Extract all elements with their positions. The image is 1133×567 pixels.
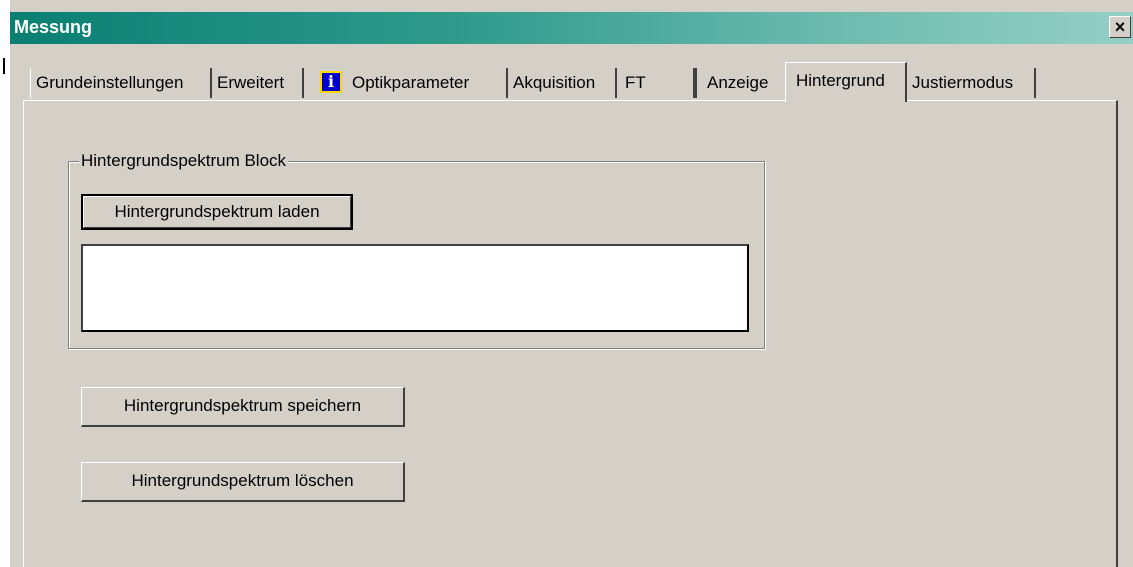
tab-label: Anzeige bbox=[707, 73, 769, 92]
tab-grundeinstellungen[interactable]: Grundeinstellungen bbox=[30, 68, 212, 98]
left-edge bbox=[0, 0, 10, 567]
tab-optikparameter[interactable]: i Optikparameter bbox=[304, 68, 508, 98]
tab-label: Justiermodus bbox=[912, 73, 1014, 92]
tab-erweitert[interactable]: Erweitert bbox=[212, 68, 304, 98]
tab-anzeige[interactable]: Anzeige bbox=[695, 68, 785, 98]
tab-label: Akquisition bbox=[513, 73, 596, 92]
tab-label: Erweitert bbox=[217, 73, 285, 92]
tab-hintergrund[interactable]: Hintergrund bbox=[785, 62, 907, 102]
load-background-label: Hintergrundspektrum laden bbox=[83, 196, 351, 228]
delete-background-button[interactable]: Hintergrundspektrum löschen bbox=[81, 462, 405, 502]
edge-tick bbox=[3, 58, 5, 74]
load-background-button[interactable]: Hintergrundspektrum laden bbox=[81, 194, 353, 230]
info-icon: i bbox=[320, 71, 342, 94]
tab-label: FT bbox=[625, 73, 646, 92]
background-spectrum-group: Hintergrundspektrum Block Hintergrundspe… bbox=[68, 151, 765, 349]
close-icon: × bbox=[1114, 17, 1126, 37]
close-button[interactable]: × bbox=[1109, 16, 1131, 38]
tab-label: Optikparameter bbox=[352, 73, 470, 92]
tab-panel-hintergrund: Hintergrundspektrum Block Hintergrundspe… bbox=[23, 100, 1118, 567]
title-bar[interactable]: Messung × bbox=[10, 12, 1133, 44]
save-background-button[interactable]: Hintergrundspektrum speichern bbox=[81, 387, 405, 427]
messung-dialog: Messung × Hintergrundspektrum Block Hint… bbox=[0, 0, 1133, 567]
window-title: Messung bbox=[14, 17, 93, 37]
tab-justiermodus[interactable]: Justiermodus bbox=[907, 68, 1036, 98]
tab-label: Grundeinstellungen bbox=[36, 73, 184, 92]
background-spectrum-list[interactable] bbox=[81, 244, 749, 332]
tab-akquisition[interactable]: Akquisition bbox=[508, 68, 617, 98]
group-label: Hintergrundspektrum Block bbox=[79, 151, 289, 171]
tab-label: Hintergrund bbox=[796, 71, 885, 90]
tab-ft[interactable]: FT bbox=[617, 68, 695, 98]
